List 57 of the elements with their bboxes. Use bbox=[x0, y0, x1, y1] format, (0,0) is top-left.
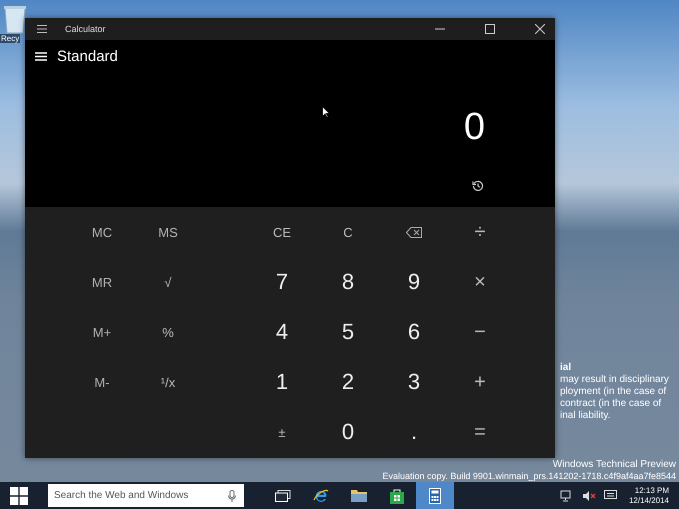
calculator-key[interactable]: M- bbox=[69, 357, 135, 407]
folder-icon bbox=[351, 489, 367, 502]
notice-text: may result in disciplinary bbox=[560, 374, 669, 385]
browser-e-icon bbox=[313, 488, 329, 504]
message-icon[interactable] bbox=[604, 490, 617, 501]
search-field[interactable]: Search the Web and Windows bbox=[48, 484, 244, 507]
mouse-cursor-icon bbox=[322, 106, 330, 118]
calculator-key[interactable]: 9 bbox=[381, 257, 447, 307]
window-title: Calculator bbox=[65, 24, 106, 34]
calculator-key[interactable]: 2 bbox=[315, 357, 381, 407]
calculator-key[interactable]: ÷ bbox=[447, 207, 513, 257]
calculator-key[interactable]: C bbox=[315, 207, 381, 257]
recycle-bin-icon[interactable] bbox=[2, 4, 28, 34]
calculator-key[interactable]: 7 bbox=[249, 257, 315, 307]
calculator-key[interactable]: 8 bbox=[315, 257, 381, 307]
calculator-key[interactable]: 1 bbox=[249, 357, 315, 407]
shopping-bag-icon bbox=[390, 488, 404, 504]
calculator-key[interactable]: × bbox=[447, 257, 513, 307]
windows-logo-icon[interactable] bbox=[10, 486, 28, 504]
build-text: Evaluation copy. Build 9901.winmain_prs.141202-1718.c4f9af4aa7fe8544 bbox=[382, 471, 676, 481]
history-icon[interactable] bbox=[472, 180, 484, 192]
calculator-key[interactable]: 5 bbox=[315, 307, 381, 357]
calculator-key[interactable]: CE bbox=[249, 207, 315, 257]
calculator-key[interactable]: − bbox=[447, 307, 513, 357]
calculator-key[interactable]: 0 bbox=[315, 407, 381, 457]
calculator-key[interactable]: √ bbox=[135, 257, 201, 307]
muted-speaker-icon[interactable] bbox=[582, 490, 596, 502]
backspace-icon bbox=[406, 226, 422, 238]
mode-title: Standard bbox=[57, 48, 118, 65]
menu-icon[interactable] bbox=[37, 25, 47, 33]
calculator-key[interactable]: = bbox=[447, 407, 513, 457]
calculator-key[interactable]: . bbox=[381, 407, 447, 457]
calculator-key[interactable]: % bbox=[135, 307, 201, 357]
windows-stack-icon bbox=[275, 490, 291, 502]
microphone-icon[interactable] bbox=[228, 490, 236, 502]
calculator-key[interactable]: 6 bbox=[381, 307, 447, 357]
calculator-key[interactable]: MS bbox=[135, 207, 201, 257]
clock-date[interactable]: 12/14/2014 bbox=[628, 496, 669, 506]
display-value: 0 bbox=[464, 106, 485, 149]
notice-text: ial bbox=[560, 362, 572, 373]
close-icon bbox=[535, 24, 545, 34]
calculator-key[interactable]: 4 bbox=[249, 307, 315, 357]
notice-text: inal liability. bbox=[560, 410, 612, 421]
calculator-key[interactable]: 3 bbox=[381, 357, 447, 407]
maximize-icon bbox=[485, 24, 495, 34]
calculator-key[interactable]: M+ bbox=[69, 307, 135, 357]
calculator-key[interactable]: ± bbox=[249, 407, 315, 457]
desktop-icon-label: Recy bbox=[0, 34, 20, 43]
clock-time[interactable]: 12:13 PM bbox=[634, 486, 669, 496]
calculator-key[interactable]: + bbox=[447, 357, 513, 407]
calculator-key[interactable]: ¹/x bbox=[135, 357, 201, 407]
calculator-key[interactable]: MR bbox=[69, 257, 135, 307]
calculator-key[interactable]: MC bbox=[69, 207, 135, 257]
calculator-icon bbox=[429, 488, 441, 504]
notice-text: ployment (in the case of bbox=[560, 386, 668, 397]
notice-text: contract (in the case of bbox=[560, 398, 662, 409]
edition-text: Windows Technical Preview bbox=[552, 459, 676, 470]
